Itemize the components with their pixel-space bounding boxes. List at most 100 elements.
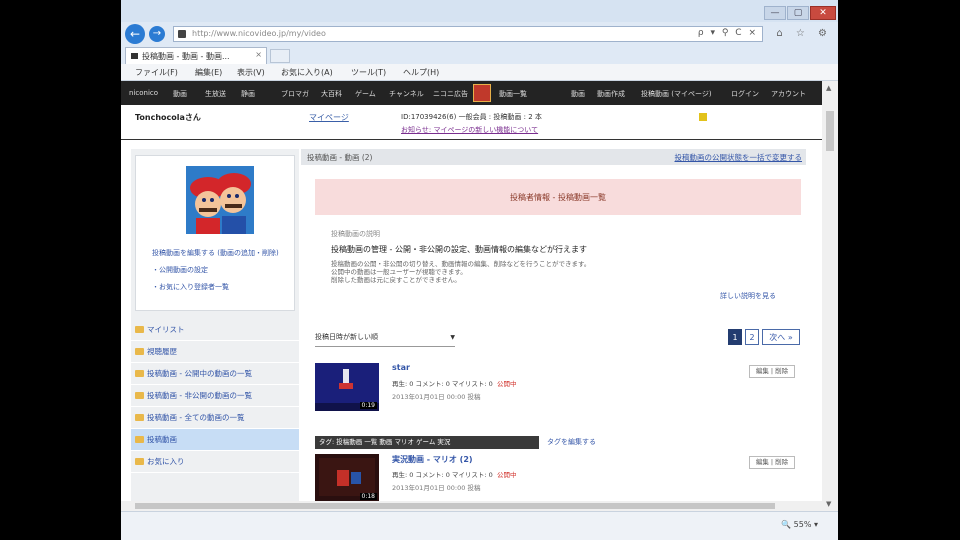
video-edit-buttons[interactable]: 編集 | 削除 xyxy=(749,456,795,469)
nav-right-login[interactable]: ログイン xyxy=(731,89,759,99)
nav-video[interactable]: 動画 xyxy=(173,89,187,99)
folder-icon xyxy=(135,348,144,355)
folder-item[interactable]: 投稿動画 - 非公開の動画の一覧 xyxy=(131,385,299,407)
menu-edit[interactable]: 編集(E) xyxy=(195,67,222,78)
nav-right-mypage[interactable]: 投稿動画 (マイページ) xyxy=(641,89,712,99)
main-panel: 投稿動画 - 動画 (2) 投稿動画の公開状態を一括で変更する 投稿者情報 - … xyxy=(301,149,806,511)
window-controls: — ▢ ✕ xyxy=(763,6,836,20)
menu-file[interactable]: ファイル(F) xyxy=(135,67,178,78)
scrollbar-thumb[interactable] xyxy=(826,111,834,151)
back-button[interactable]: ← xyxy=(125,24,145,44)
address-tools-icons[interactable]: ρ ▾ ⚲ C × xyxy=(698,28,758,38)
user-stats: ID:17039426(6) 一般会員 : 投稿動画 : 2 本 xyxy=(401,113,542,121)
edit-tags-link[interactable]: タグを編集する xyxy=(547,437,596,447)
nav-channel[interactable]: チャンネル xyxy=(389,89,424,99)
nav-live[interactable]: 生放送 xyxy=(205,89,226,99)
folder-item[interactable]: お気に入り xyxy=(131,451,299,473)
profile-links: 投稿動画を編集する (動画の追加・削除) ・公開動画の設定 ・お気に入り登録者一… xyxy=(152,248,292,299)
folder-item[interactable]: マイリスト xyxy=(131,319,299,341)
folder-icon xyxy=(135,458,144,465)
tab-close-icon[interactable]: × xyxy=(255,50,262,59)
video-title-link[interactable]: 実況動画 - マリオ (2) xyxy=(392,454,473,465)
page-content: niconico 動画 生放送 静画 ブロマガ 大百科 ゲーム チャンネル ニコ… xyxy=(121,81,822,511)
page-2-button[interactable]: 2 xyxy=(745,329,759,345)
description-title: 投稿動画の管理 - 公開・非公開の設定、動画情報の編集などが行えます xyxy=(331,245,587,254)
description-more-link[interactable]: 詳しい説明を見る xyxy=(720,291,776,301)
bulk-change-link[interactable]: 投稿動画の公開状態を一括で変更する xyxy=(675,152,803,163)
folder-label: 視聴履歴 xyxy=(147,347,177,356)
alert-text: 投稿者情報 - 投稿動画一覧 xyxy=(510,193,606,202)
nav-ads[interactable]: ニコニ広告 xyxy=(433,89,468,99)
scroll-up-icon[interactable]: ▲ xyxy=(826,84,831,92)
tab-active[interactable]: 投稿動画 - 動画 - 動画... × xyxy=(125,47,267,64)
mypage-link[interactable]: マイページ xyxy=(309,112,349,123)
scroll-down-icon[interactable]: ▼ xyxy=(826,500,831,508)
profile-link-public[interactable]: ・公開動画の設定 xyxy=(152,265,292,275)
sort-select-value: 投稿日時が新しい順 xyxy=(315,333,378,341)
main-header: 投稿動画 - 動画 (2) 投稿動画の公開状態を一括で変更する xyxy=(301,149,806,165)
sidebar: 投稿動画を編集する (動画の追加・削除) ・公開動画の設定 ・お気に入り登録者一… xyxy=(131,149,299,511)
video-title-link[interactable]: star xyxy=(392,363,410,372)
folder-icon xyxy=(135,414,144,421)
nav-blomaga[interactable]: ブロマガ xyxy=(281,89,309,99)
video-status: 公開中 xyxy=(496,380,517,388)
nav-right-account[interactable]: アカウント xyxy=(771,89,806,99)
folder-item[interactable]: 投稿動画 - 公開中の動画の一覧 xyxy=(131,363,299,385)
folder-item[interactable]: 投稿動画 - 全ての動画の一覧 xyxy=(131,407,299,429)
video-tag-bar: タグ: 投稿動画 一覧 動画 マリオ ゲーム 実況 xyxy=(315,436,539,449)
video-item: 0:19 star 再生: 0 コメント: 0 マイリスト: 0 公開中 201… xyxy=(315,363,801,453)
avatar[interactable] xyxy=(186,166,254,234)
horizontal-scrollbar[interactable] xyxy=(121,501,822,511)
browser-window: — ▢ ✕ ← → http://www.nicovideo.jp/my/vid… xyxy=(121,0,838,540)
video-thumbnail[interactable]: 0:19 xyxy=(315,363,379,411)
tab-favicon-icon xyxy=(131,53,138,59)
folder-item[interactable]: 視聴履歴 xyxy=(131,341,299,363)
description-subtitle: 投稿動画の説明 xyxy=(331,230,380,238)
close-button[interactable]: ✕ xyxy=(810,6,836,20)
menu-favorites[interactable]: お気に入り(A) xyxy=(281,67,333,78)
video-status: 公開中 xyxy=(496,471,517,479)
video-edit-buttons[interactable]: 編集 | 削除 xyxy=(749,365,795,378)
sort-select[interactable]: 投稿日時が新しい順 ▼ xyxy=(315,332,455,347)
notice-badge-icon xyxy=(699,113,707,121)
minimize-button[interactable]: — xyxy=(764,6,786,20)
nav-right-create[interactable]: 動画作成 xyxy=(597,89,625,99)
folder-item-active[interactable]: 投稿動画 xyxy=(131,429,299,451)
nav-video-list[interactable]: 動画一覧 xyxy=(499,89,527,99)
page-1-button[interactable]: 1 xyxy=(728,329,742,345)
address-bar[interactable]: http://www.nicovideo.jp/my/video ρ ▾ ⚲ C… xyxy=(173,26,763,42)
horizontal-scrollbar-thumb[interactable] xyxy=(135,503,775,509)
nav-right-video[interactable]: 動画 xyxy=(571,89,585,99)
zoom-level[interactable]: 🔍 55% ▾ xyxy=(781,520,818,529)
new-tab-button[interactable] xyxy=(270,49,290,63)
folder-icon xyxy=(135,326,144,333)
profile-link-followers[interactable]: ・お気に入り登録者一覧 xyxy=(152,282,292,292)
menu-help[interactable]: ヘルプ(H) xyxy=(403,67,439,78)
folder-label: 投稿動画 - 全ての動画の一覧 xyxy=(147,413,245,422)
nav-dic[interactable]: 大百科 xyxy=(321,89,342,99)
video-thumbnail[interactable]: 0:18 xyxy=(315,454,379,502)
nav-niconico[interactable]: niconico xyxy=(129,89,158,97)
user-name[interactable]: Tonchocolaさん xyxy=(135,112,201,123)
tab-row: 投稿動画 - 動画 - 動画... × xyxy=(121,46,838,64)
video-duration: 0:18 xyxy=(359,493,377,500)
vertical-scrollbar[interactable]: ▲ ▼ xyxy=(822,81,838,511)
next-page-button[interactable]: 次へ » xyxy=(762,329,800,345)
address-url[interactable]: http://www.nicovideo.jp/my/video xyxy=(192,29,326,38)
forward-button[interactable]: → xyxy=(149,26,165,42)
nav-seiga[interactable]: 静画 xyxy=(241,89,255,99)
folder-label: 投稿動画 - 非公開の動画の一覧 xyxy=(147,391,252,400)
maximize-button[interactable]: ▢ xyxy=(787,6,809,20)
menu-view[interactable]: 表示(V) xyxy=(237,67,265,78)
menu-tools[interactable]: ツール(T) xyxy=(351,67,386,78)
home-favorites-settings-icons[interactable]: ⌂ ☆ ⚙ xyxy=(776,28,832,39)
user-notice-link[interactable]: お知らせ: マイページの新しい機能について xyxy=(401,125,538,135)
folder-icon xyxy=(135,392,144,399)
site-logo-icon[interactable] xyxy=(473,84,491,102)
video-date: 2013年01月01日 00:00 投稿 xyxy=(392,393,481,401)
nav-game[interactable]: ゲーム xyxy=(355,89,376,99)
profile-link-edit[interactable]: 投稿動画を編集する (動画の追加・削除) xyxy=(152,248,292,258)
description-line: 公開中の動画は一般ユーザーが視聴できます。 xyxy=(331,268,467,276)
pagination: 1 2 次へ » xyxy=(725,329,800,345)
user-bar: Tonchocolaさん マイページ ID:17039426(6) 一般会員 :… xyxy=(121,105,822,140)
